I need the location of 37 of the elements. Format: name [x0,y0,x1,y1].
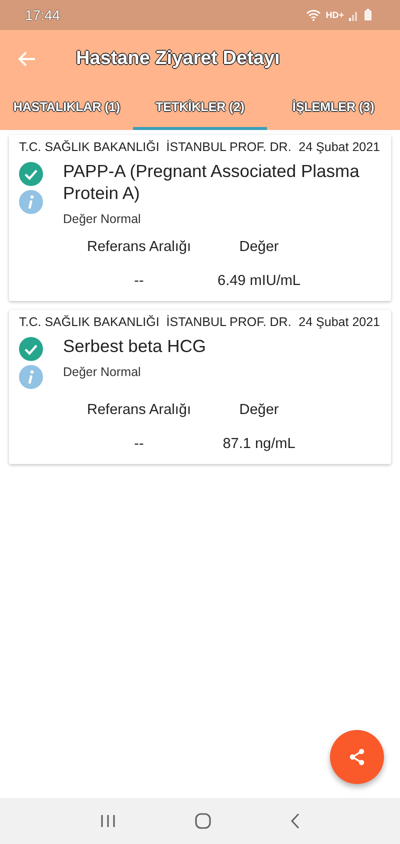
column-header: Değer [238,402,280,418]
reference-range: -- [133,436,145,452]
battery-icon [364,9,372,21]
back-icon[interactable] [290,813,300,829]
screen-title: Hastane Ziyaret Detayı [76,48,280,70]
back-arrow-icon[interactable] [18,50,36,66]
test-value: 87.1 ng/mL [222,436,296,452]
share-button[interactable] [330,730,384,784]
wifi-icon [306,9,321,21]
share-icon[interactable] [348,748,366,766]
test-name: Serbest beta HCG [63,335,206,357]
test-card[interactable]: T.C. SAĞLIK BAKANLIĞI İSTANBUL PROF. DR. 24 Şubat 2021 Serbest beta HCG Değer Normal Referans Aralığı Değer -- 87.1 ng/mL [9,310,391,464]
result-status: Değer Normal [63,365,142,379]
hospital-name: T.C. SAĞLIK BAKANLIĞI İSTANBUL PROF. DR. [19,315,292,329]
info-icon[interactable] [19,365,43,389]
check-icon [19,162,43,186]
test-value: 6.49 mIU/mL [216,273,302,289]
test-date: 24 Şubat 2021 [298,315,380,329]
column-header: Referans Aralığı [86,239,192,255]
status-time: 17:44 [25,7,60,23]
reference-range: -- [133,273,145,289]
column-header: Değer [238,239,280,255]
test-date: 24 Şubat 2021 [298,140,380,154]
network-type: HD+ [326,10,344,20]
hospital-name: T.C. SAĞLIK BAKANLIĞI İSTANBUL PROF. DR. [19,140,292,154]
tab[interactable]: TETKİKLER (2) [133,87,267,130]
check-icon [19,337,43,361]
recent-apps-icon[interactable] [100,814,116,828]
signal-icon [349,10,359,20]
tab[interactable]: İŞLEMLER (3) [266,87,400,130]
test-name: PAPP-A (Pregnant Associated Plasma Protein A) [63,160,360,204]
tab[interactable]: HASTALIKLAR (1) [0,87,134,130]
result-status: Değer Normal [63,212,142,226]
column-header: Referans Aralığı [86,402,192,418]
test-card[interactable]: T.C. SAĞLIK BAKANLIĞI İSTANBUL PROF. DR. 24 Şubat 2021 PAPP-A (Pregnant Associated Plasma Protein A) Değer Normal Referans Aralığı Değer -- 6.49 mIU/mL [9,135,391,301]
info-icon[interactable] [19,190,43,214]
home-icon[interactable] [194,813,211,829]
